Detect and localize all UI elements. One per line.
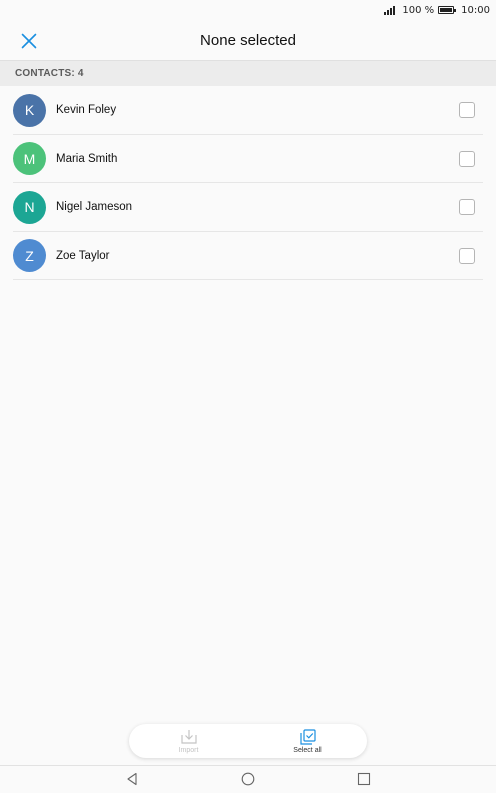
avatar: K [13,93,46,127]
contact-row[interactable]: Z Zoe Taylor [0,232,496,280]
avatar: N [13,190,46,224]
clock: 10:00 [461,4,490,16]
select-all-label: Select all [293,746,322,754]
status-bar: 100 % 10:00 [0,0,496,20]
import-button[interactable]: Import [129,724,248,758]
select-all-icon [299,728,316,745]
contact-name: Zoe Taylor [56,249,110,262]
home-button[interactable] [238,769,258,789]
select-checkbox[interactable] [459,199,475,216]
bottom-action-bar: Import Select all [129,724,367,758]
contact-row[interactable]: N Nigel Jameson [0,183,496,232]
recents-icon [357,772,371,786]
contact-row[interactable]: K Kevin Foley [0,86,496,135]
battery-icon [438,6,457,14]
contact-row[interactable]: M Maria Smith [0,135,496,183]
import-icon [180,729,197,744]
contact-list: K Kevin Foley M Maria Smith N Nigel Jame… [0,86,496,280]
select-checkbox[interactable] [459,102,475,119]
divider [13,279,483,280]
page-title: None selected [200,31,296,49]
import-label: Import [178,746,199,754]
back-button[interactable] [122,769,142,789]
contacts-count-header: CONTACTS: 4 [0,60,496,86]
close-button[interactable] [14,26,44,56]
contact-name: Kevin Foley [56,104,117,117]
app-bar: None selected [0,20,496,60]
contact-name: Nigel Jameson [56,201,133,214]
contact-name: Maria Smith [56,152,118,165]
select-checkbox[interactable] [459,247,475,264]
back-icon [127,772,137,786]
avatar: M [13,142,46,176]
battery-percent: 100 % [402,4,435,16]
home-icon [241,772,255,786]
recents-button[interactable] [354,769,374,789]
close-icon [21,33,37,49]
signal-icon [384,5,398,15]
select-checkbox[interactable] [459,150,475,167]
select-all-button[interactable]: Select all [248,724,367,758]
navigation-bar [0,766,496,793]
avatar: Z [13,239,46,273]
